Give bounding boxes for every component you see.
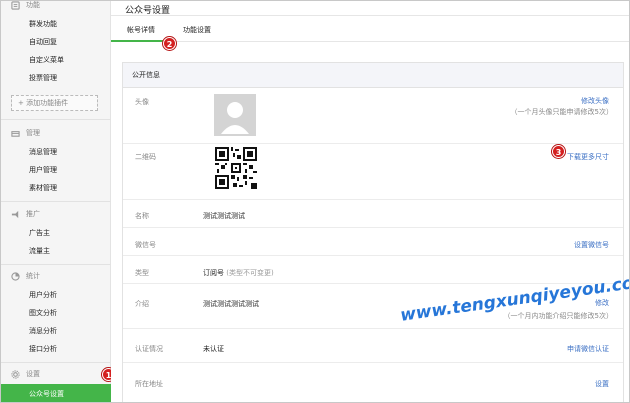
sidebar-section-manage: 管理	[11, 127, 40, 139]
row-wechat-id: 微信号 设置微信号	[123, 228, 623, 256]
download-qr-link[interactable]: 下载更多尺寸	[567, 152, 609, 162]
intro-value: 测试测试测试测试	[203, 300, 259, 308]
sidebar-item-user-manage[interactable]: 用户管理	[1, 161, 111, 179]
row-type: 类型 订阅号 (类型不可变更)	[123, 256, 623, 284]
tab-bar: 帐号详情 功能设置	[111, 21, 629, 42]
sidebar-divider	[1, 119, 111, 120]
avatar	[214, 94, 256, 136]
sidebar-item-account-settings[interactable]: 公众号设置	[1, 384, 111, 402]
change-avatar-link[interactable]: 修改头像	[581, 96, 609, 106]
sidebar-divider	[1, 264, 111, 265]
sidebar-section-settings: 设置	[11, 368, 40, 380]
sidebar-item-message-analysis[interactable]: 消息分析	[1, 322, 111, 340]
sidebar-item-api-analysis[interactable]: 接口分析	[1, 340, 111, 358]
tab-feature-settings[interactable]: 功能设置	[183, 25, 211, 35]
step-marker-3: 3	[552, 145, 565, 158]
row-verification: 认证情况 未认证 申请微信认证	[123, 329, 623, 363]
sidebar-divider	[1, 201, 111, 202]
add-plugin-button[interactable]: + 添加功能插件	[11, 95, 98, 111]
sidebar-item-material-manage[interactable]: 素材管理	[1, 179, 111, 197]
edit-intro-link[interactable]: 修改	[595, 298, 609, 308]
title-divider	[111, 15, 629, 16]
sidebar-item-article-analysis[interactable]: 图文分析	[1, 304, 111, 322]
sidebar-item-message-manage[interactable]: 消息管理	[1, 143, 111, 161]
main-content: 公众号设置 帐号详情 功能设置 2 公开信息 头像 修改头像 （一个月头像只能申…	[111, 1, 629, 402]
row-avatar: 头像 修改头像 （一个月头像只能申请修改5次）	[123, 88, 623, 144]
panel-title: 公开信息	[123, 63, 623, 88]
public-info-panel: 公开信息 头像 修改头像 （一个月头像只能申请修改5次） 二维码 下载更多尺寸 …	[122, 62, 624, 402]
avatar-limit-note: （一个月头像只能申请修改5次）	[510, 108, 613, 116]
apply-verification-link[interactable]: 申请微信认证	[567, 344, 609, 354]
row-name: 名称 测试测试测试	[123, 200, 623, 228]
app-window: 功能 群发功能 自动回复 自定义菜单 投票管理 + 添加功能插件 管理 消息管理…	[0, 0, 630, 403]
sidebar: 功能 群发功能 自动回复 自定义菜单 投票管理 + 添加功能插件 管理 消息管理…	[1, 1, 111, 402]
default-avatar-icon	[221, 102, 249, 134]
sidebar-section-promote: 推广	[11, 208, 40, 220]
row-qrcode: 二维码 下载更多尺寸	[123, 144, 623, 200]
sidebar-item-custom-menu[interactable]: 自定义菜单	[1, 51, 111, 69]
sidebar-section-stats: 统计	[11, 270, 40, 282]
manage-icon	[11, 130, 20, 137]
sidebar-item-publisher[interactable]: 流量主	[1, 242, 111, 260]
sidebar-divider	[1, 362, 111, 363]
set-address-link[interactable]: 设置	[595, 379, 609, 389]
sidebar-item-user-analysis[interactable]: 用户分析	[1, 286, 111, 304]
sidebar-item-advertiser[interactable]: 广告主	[1, 224, 111, 242]
tab-account-details[interactable]: 帐号详情	[127, 25, 155, 35]
step-marker-2: 2	[163, 37, 176, 50]
settings-icon	[11, 369, 20, 379]
account-type-note: (类型不可变更)	[226, 269, 274, 277]
account-type-value: 订阅号	[203, 269, 224, 277]
qr-code-icon	[215, 147, 257, 189]
verification-status: 未认证	[203, 345, 224, 353]
function-icon	[11, 1, 20, 10]
sidebar-item-vote[interactable]: 投票管理	[1, 69, 111, 87]
row-address: 所在地址 设置	[135, 379, 609, 389]
sidebar-item-mass-send[interactable]: 群发功能	[1, 15, 111, 33]
stats-icon	[11, 271, 20, 281]
promote-icon	[11, 210, 19, 218]
sidebar-section-function: 功能	[11, 1, 40, 11]
intro-limit-note: （一个月内功能介绍只能修改5次）	[503, 312, 613, 320]
account-name-value: 测试测试测试	[203, 212, 245, 220]
sidebar-item-auto-reply[interactable]: 自动回复	[1, 33, 111, 51]
set-wechat-id-link[interactable]: 设置微信号	[574, 240, 609, 250]
